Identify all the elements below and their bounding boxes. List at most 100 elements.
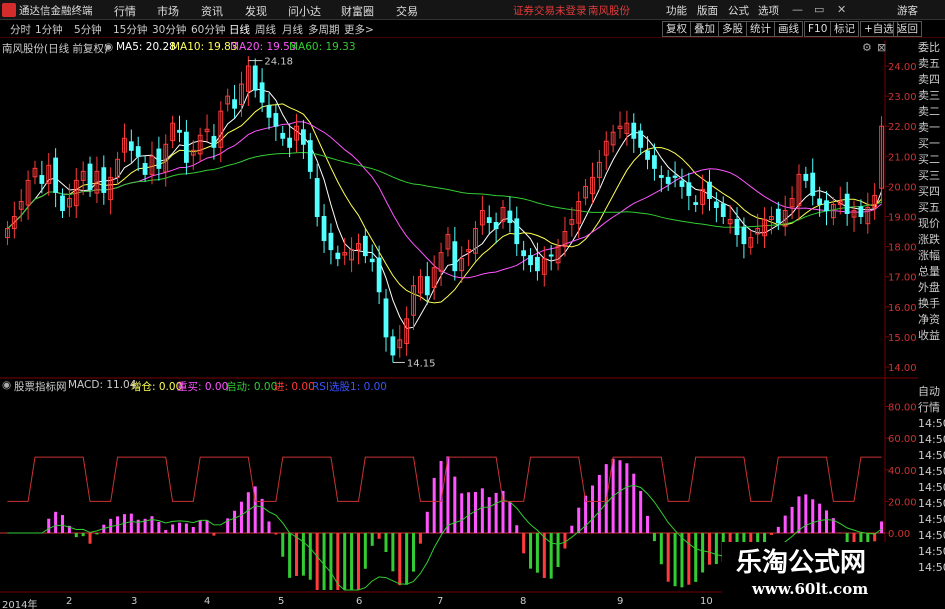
candle [259,82,265,103]
rsi-value: RSI选股1: 0.00 [312,381,387,393]
time-label: 14:50 [918,417,945,430]
price-tick-label: 22.00 [888,122,917,133]
side-label: 现价 [918,217,940,230]
qd-value: 启动: 0.00 [226,381,278,393]
candle [39,175,45,184]
signal-line [7,456,882,502]
ma20-value: MA20: 19.53 [230,41,297,53]
ma60-value: MA60: 19.33 [289,41,356,53]
ma10-value: MA10: 19.83 [171,41,238,53]
side-label: 买四 [918,185,940,198]
candle [87,163,93,190]
quote-side-panel: 委比 卖五 卖四 卖三 卖二 卖一 买一 买二 买三 买四 买五 现价 涨跌 涨… [918,40,945,344]
ma5-line [7,88,883,330]
candle [707,181,712,199]
price-tick-label: 15.00 [888,333,917,344]
date-label: 2 [66,596,73,607]
side-label[interactable]: 自动 [918,384,945,400]
kline-chart[interactable]: 24.0023.0022.0021.0020.0019.0018.0017.00… [0,0,945,609]
side-label: 净资 [918,313,940,326]
date-label: 5 [278,596,285,607]
date-label: 10 [700,596,713,607]
price-tick-label: 23.00 [888,92,917,103]
date-label: 3 [131,596,138,607]
side-label: 买一 [918,137,940,150]
price-tick-label: 16.00 [888,303,917,314]
side-label: 外盘 [918,281,940,294]
side-label[interactable]: 行情 [918,400,945,416]
candle [135,146,141,157]
side-label: 委比 [918,41,940,54]
candle [713,201,719,208]
candle [314,178,320,217]
candle [424,276,430,296]
candle [741,226,747,245]
side-label: 涨跌 [918,233,940,246]
price-tick-label: 14.00 [888,363,917,374]
close-panel-icon[interactable]: ⊠ [877,41,886,54]
sub-axis: 80.00 60.00 40.00 20.00 0.00 [885,402,917,540]
side-label: 买二 [918,153,940,166]
date-label: 7 [437,596,444,607]
candle [817,198,823,205]
watermark-url: www.60lt.com [752,580,869,598]
candle [844,193,850,214]
sub-tick-label: 60.00 [888,434,917,445]
candle [665,176,671,184]
candle [658,175,664,178]
indicator-settings-icon[interactable]: ◉ [104,41,113,53]
time-label: 14:50 [918,513,945,526]
candle [273,113,279,127]
candle [824,200,829,211]
candle [128,141,134,151]
candle [211,135,217,148]
candle [528,255,533,266]
candle [60,195,65,211]
settings-gear-icon[interactable]: ⚙ [862,41,872,54]
stock-title: 南风股份(日线 前复权) [2,43,109,55]
candle [858,206,864,218]
sub-tick-label: 40.00 [888,466,917,477]
low-label: 14.15 [407,358,436,369]
indicator-settings-icon[interactable]: ◉ [2,379,11,391]
side-label: 买五 [918,201,940,214]
candle [514,218,520,245]
macd-value: MACD: 11.04 [68,379,137,391]
time-label: 14:50 [918,497,945,510]
candle [328,232,334,251]
chart-frame [0,40,918,593]
sub-tick-label: 80.00 [888,402,917,413]
price-tick-label: 24.00 [888,62,917,73]
side-label: 收益 [918,329,940,342]
side-label: 总量 [918,265,940,278]
candle [734,219,740,236]
candle [652,155,657,169]
candle [376,257,382,293]
time-label: 14:50 [918,545,945,558]
candle [631,122,637,139]
side-label: 卖三 [918,89,940,102]
date-label: 6 [356,596,363,607]
price-tick-label: 21.00 [888,152,917,163]
sub-tick-label: 20.00 [888,497,917,508]
sub-side-panel: 自动 行情 14:50 14:50 14:50 14:50 14:50 14:5… [918,384,945,576]
candle [287,137,293,148]
price-axis: 24.00 23.00 22.00 21.00 20.00 19.00 18.00 17.00… [885,62,917,374]
time-label: 14:50 [918,465,945,478]
watermark: 乐淘公式网 www.60lt.com [722,542,918,600]
side-label: 换手 [918,297,940,310]
date-label: 2014年 [2,600,38,609]
time-label: 14:50 [918,433,945,446]
annotations: 24.18 14.15 [248,57,436,369]
candle [280,132,286,139]
ma5-value: MA5: 20.28 [116,41,176,53]
price-tick-label: 20.00 [888,182,917,193]
candle [720,203,726,218]
candle [775,208,781,224]
candle [156,148,162,169]
candle [142,163,148,175]
candle [101,167,107,193]
candles [5,56,884,363]
candle [390,336,396,356]
watermark-title: 乐淘公式网 [736,548,867,578]
